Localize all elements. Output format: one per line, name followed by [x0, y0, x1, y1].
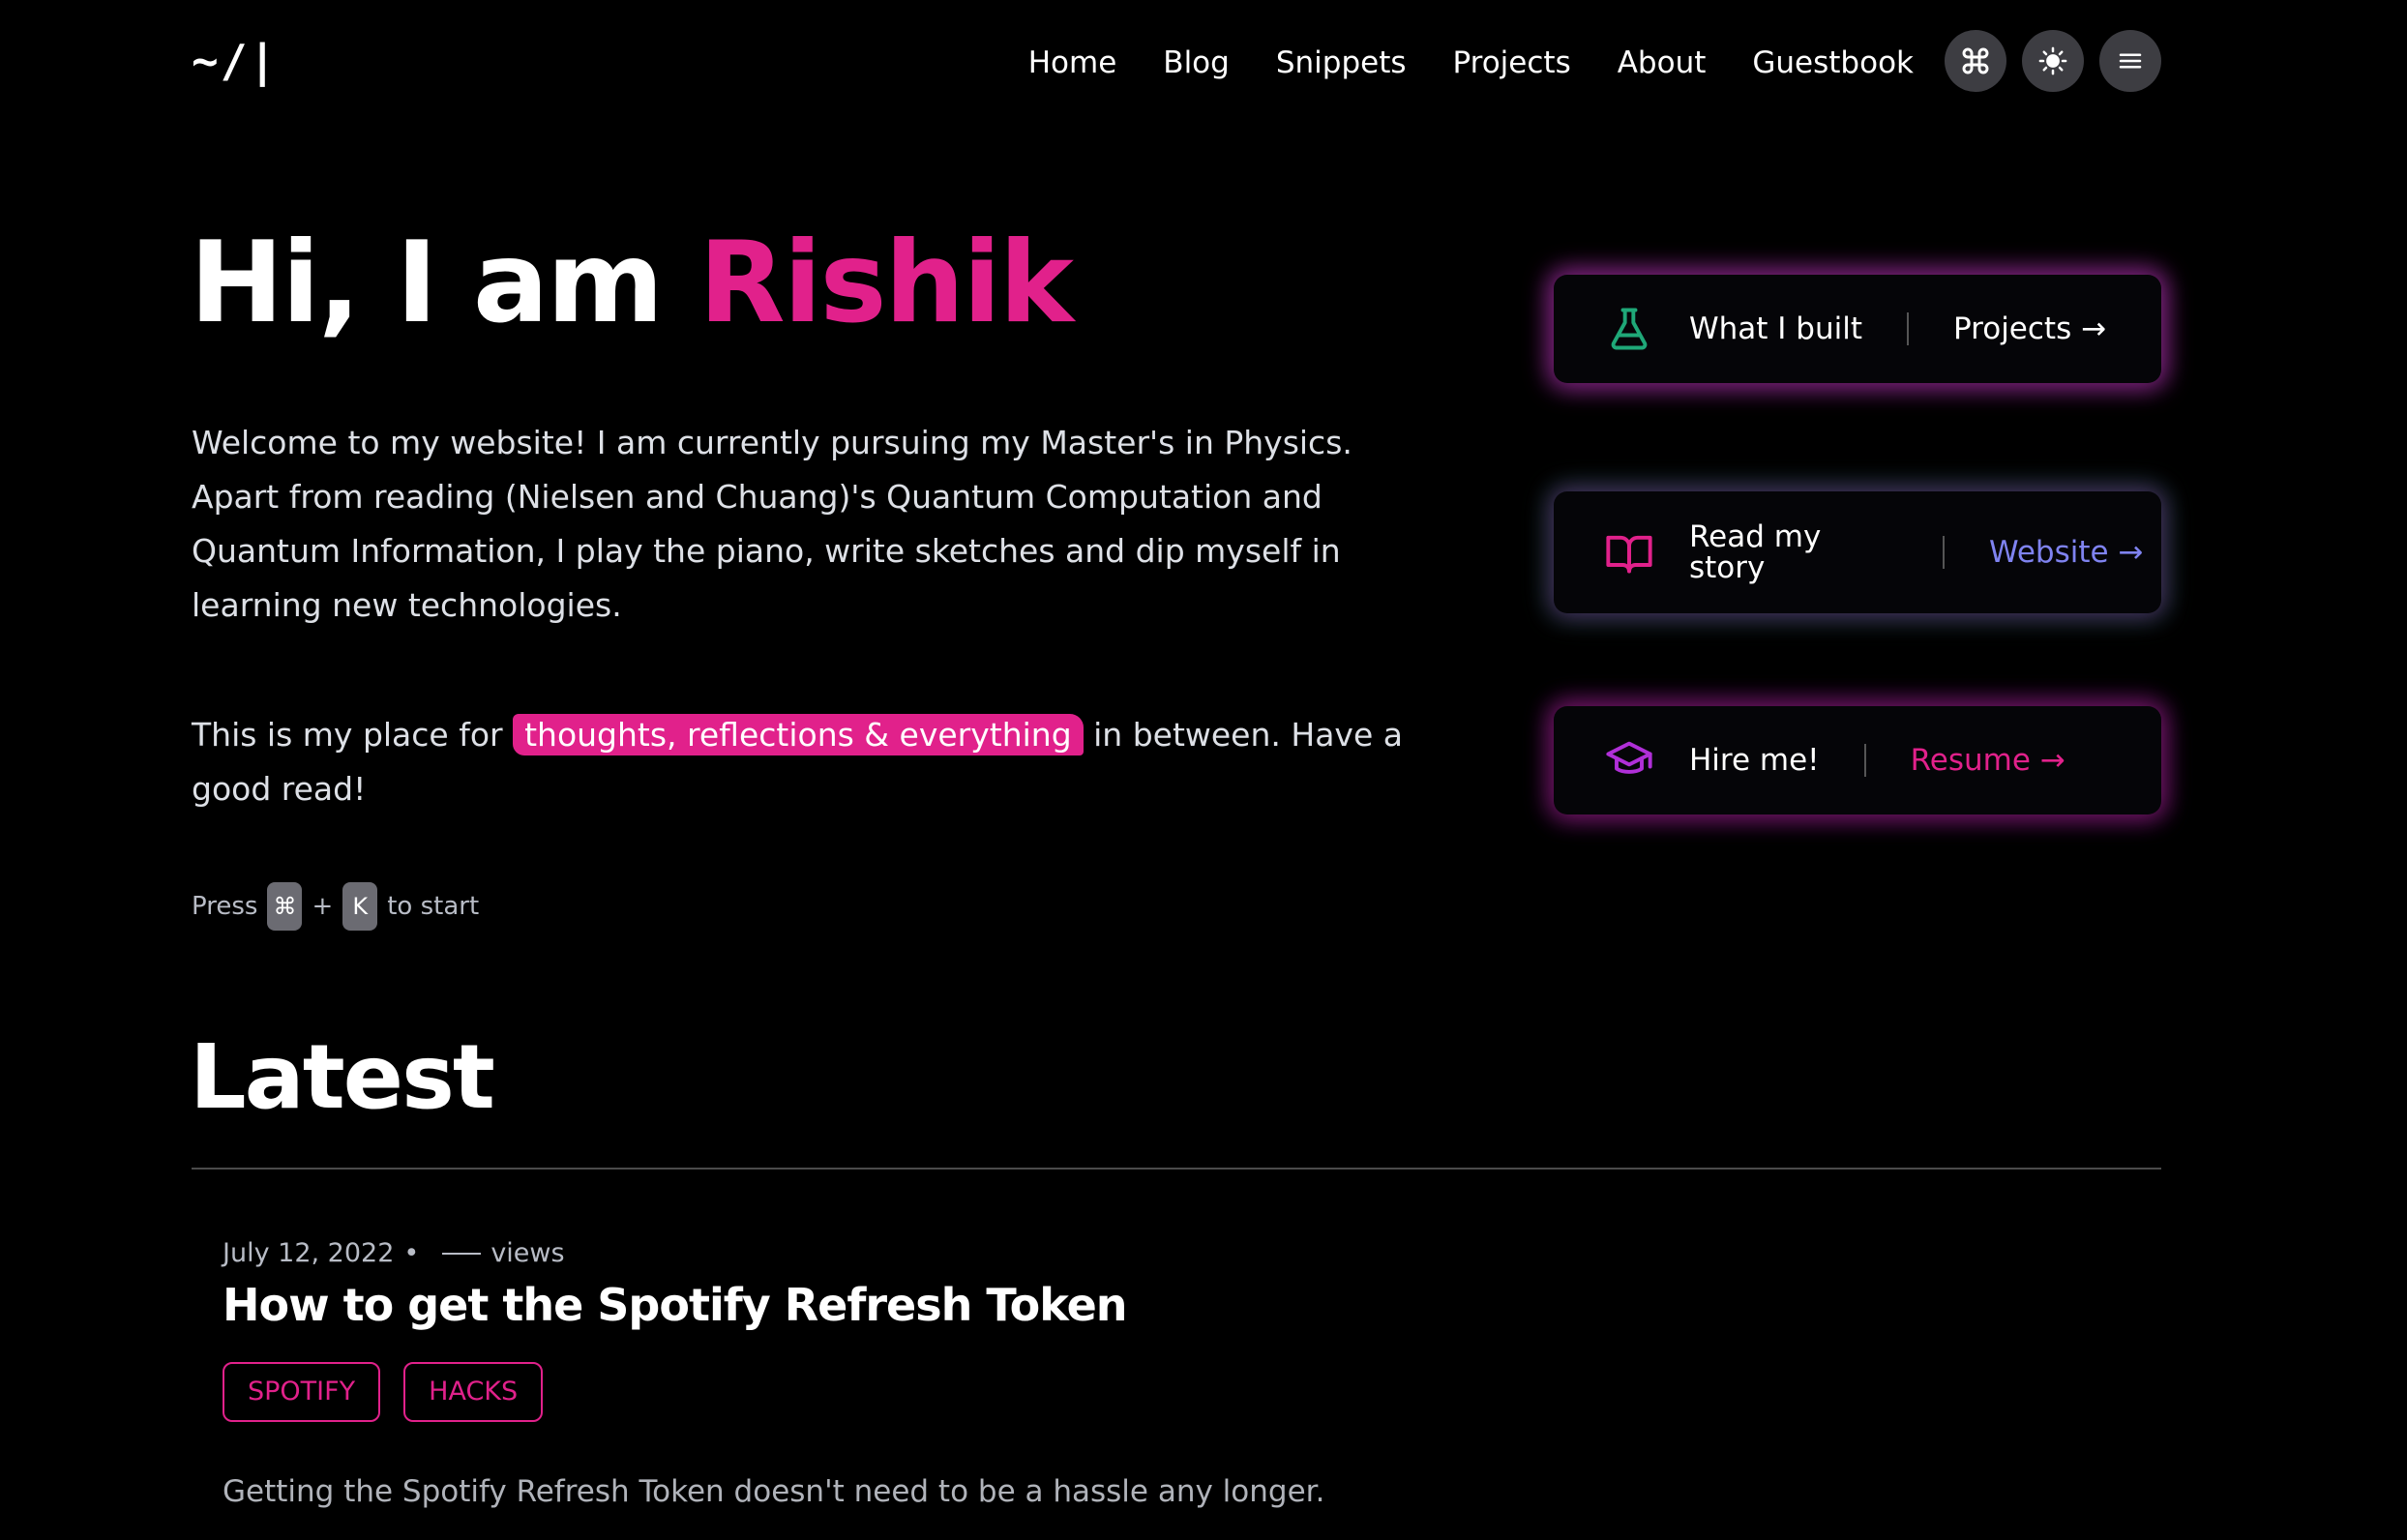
meta-bullet: •	[403, 1238, 420, 1268]
card-projects[interactable]: What I built Projects →	[1554, 275, 2161, 383]
hero-title: Hi, I am Rishik	[190, 211, 1074, 356]
graduation-cap-icon	[1606, 741, 1652, 774]
views-loading-placeholder	[442, 1252, 482, 1255]
card-divider	[1943, 536, 1945, 569]
post-date: July 12, 2022	[223, 1238, 395, 1268]
main-nav: Home Blog Snippets Projects About Guestb…	[1028, 39, 1914, 87]
sun-icon	[2038, 46, 2067, 75]
keyboard-hint: Press ⌘ + K to start	[192, 882, 479, 931]
theme-toggle-button[interactable]	[2022, 30, 2084, 92]
hero-name: Rishik	[698, 218, 1074, 348]
nav-guestbook[interactable]: Guestbook	[1752, 39, 1914, 87]
hero-greeting: Hi, I am	[190, 218, 699, 348]
book-open-icon	[1606, 535, 1652, 574]
post-views-label: views	[490, 1238, 565, 1268]
nav-home[interactable]: Home	[1028, 39, 1117, 87]
post-excerpt: Getting the Spotify Refresh Token doesn'…	[223, 1474, 1325, 1509]
intro-paragraph-2: This is my place for thoughts, reflectio…	[192, 708, 1420, 816]
intro2-before: This is my place for	[192, 716, 514, 754]
card-story[interactable]: Read my story Website →	[1554, 491, 2161, 613]
card-story-label: Read my story	[1689, 519, 1822, 585]
card-projects-label: What I built	[1689, 311, 1863, 346]
card-hire-label: Hire me!	[1689, 743, 1820, 778]
press-suffix: to start	[387, 892, 480, 921]
post-meta: July 12, 2022 • views	[223, 1238, 565, 1268]
card-hire-link[interactable]: Resume →	[1911, 743, 2065, 778]
card-divider	[1907, 312, 1910, 345]
menu-icon	[2119, 53, 2142, 69]
card-hire[interactable]: Hire me! Resume →	[1554, 706, 2161, 814]
nav-blog[interactable]: Blog	[1163, 39, 1230, 87]
kbd-command: ⌘	[267, 882, 303, 931]
flask-icon	[1611, 308, 1648, 350]
site-logo[interactable]: ~/|	[192, 35, 278, 87]
latest-heading: Latest	[190, 1025, 495, 1129]
intro-paragraph: Welcome to my website! I am currently pu…	[192, 424, 1352, 624]
intro2-highlight: thoughts, reflections & everything	[513, 714, 1084, 755]
post-tags: SPOTIFY HACKS	[223, 1362, 544, 1422]
tag-spotify[interactable]: SPOTIFY	[223, 1362, 381, 1422]
section-divider	[192, 1168, 2161, 1170]
nav-about[interactable]: About	[1618, 39, 1707, 87]
kbd-plus: +	[312, 892, 334, 921]
post-title[interactable]: How to get the Spotify Refresh Token	[223, 1279, 1128, 1331]
card-projects-link[interactable]: Projects →	[1953, 311, 2106, 346]
card-story-link[interactable]: Website →	[1989, 535, 2143, 570]
nav-projects[interactable]: Projects	[1453, 39, 1571, 87]
command-palette-button[interactable]	[1945, 30, 2006, 92]
press-label: Press	[192, 892, 258, 921]
kbd-k: K	[342, 882, 378, 931]
card-divider	[1863, 744, 1866, 777]
nav-snippets[interactable]: Snippets	[1276, 39, 1407, 87]
menu-button[interactable]	[2099, 30, 2161, 92]
command-icon	[1962, 47, 1989, 74]
page: ~/| Home Blog Snippets Projects About Gu…	[0, 0, 2407, 1540]
tag-hacks[interactable]: HACKS	[403, 1362, 544, 1422]
